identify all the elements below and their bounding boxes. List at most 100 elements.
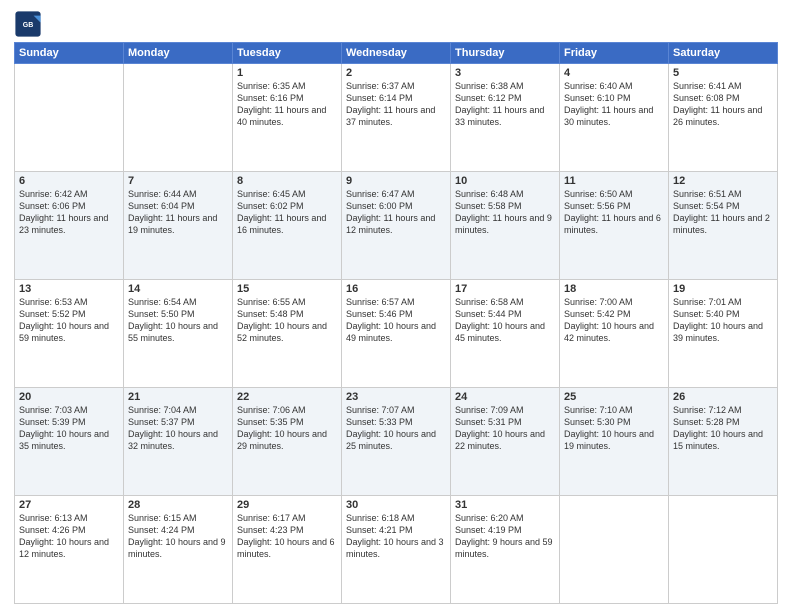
calendar-cell: 1Sunrise: 6:35 AM Sunset: 6:16 PM Daylig… bbox=[233, 64, 342, 172]
calendar-cell: 19Sunrise: 7:01 AM Sunset: 5:40 PM Dayli… bbox=[669, 280, 778, 388]
cell-content: Sunrise: 6:37 AM Sunset: 6:14 PM Dayligh… bbox=[346, 80, 446, 129]
week-row-3: 20Sunrise: 7:03 AM Sunset: 5:39 PM Dayli… bbox=[15, 388, 778, 496]
day-number: 2 bbox=[346, 67, 446, 79]
calendar-cell: 15Sunrise: 6:55 AM Sunset: 5:48 PM Dayli… bbox=[233, 280, 342, 388]
cell-content: Sunrise: 7:03 AM Sunset: 5:39 PM Dayligh… bbox=[19, 404, 119, 453]
day-number: 12 bbox=[673, 175, 773, 187]
cell-content: Sunrise: 6:13 AM Sunset: 4:26 PM Dayligh… bbox=[19, 512, 119, 561]
cell-content: Sunrise: 7:09 AM Sunset: 5:31 PM Dayligh… bbox=[455, 404, 555, 453]
day-number: 24 bbox=[455, 391, 555, 403]
day-header-sunday: Sunday bbox=[15, 43, 124, 64]
day-number: 29 bbox=[237, 499, 337, 511]
calendar-cell bbox=[669, 496, 778, 604]
cell-content: Sunrise: 7:04 AM Sunset: 5:37 PM Dayligh… bbox=[128, 404, 228, 453]
calendar-cell: 30Sunrise: 6:18 AM Sunset: 4:21 PM Dayli… bbox=[342, 496, 451, 604]
calendar-cell: 5Sunrise: 6:41 AM Sunset: 6:08 PM Daylig… bbox=[669, 64, 778, 172]
day-number: 5 bbox=[673, 67, 773, 79]
calendar-table: SundayMondayTuesdayWednesdayThursdayFrid… bbox=[14, 42, 778, 604]
cell-content: Sunrise: 7:06 AM Sunset: 5:35 PM Dayligh… bbox=[237, 404, 337, 453]
day-number: 16 bbox=[346, 283, 446, 295]
logo-icon: GB bbox=[14, 10, 42, 38]
cell-content: Sunrise: 7:01 AM Sunset: 5:40 PM Dayligh… bbox=[673, 296, 773, 345]
cell-content: Sunrise: 6:20 AM Sunset: 4:19 PM Dayligh… bbox=[455, 512, 555, 561]
calendar-cell: 10Sunrise: 6:48 AM Sunset: 5:58 PM Dayli… bbox=[451, 172, 560, 280]
calendar-cell: 7Sunrise: 6:44 AM Sunset: 6:04 PM Daylig… bbox=[124, 172, 233, 280]
svg-text:GB: GB bbox=[23, 22, 34, 29]
cell-content: Sunrise: 6:17 AM Sunset: 4:23 PM Dayligh… bbox=[237, 512, 337, 561]
cell-content: Sunrise: 6:45 AM Sunset: 6:02 PM Dayligh… bbox=[237, 188, 337, 237]
calendar-cell bbox=[15, 64, 124, 172]
day-number: 20 bbox=[19, 391, 119, 403]
day-number: 27 bbox=[19, 499, 119, 511]
week-row-0: 1Sunrise: 6:35 AM Sunset: 6:16 PM Daylig… bbox=[15, 64, 778, 172]
calendar-cell: 11Sunrise: 6:50 AM Sunset: 5:56 PM Dayli… bbox=[560, 172, 669, 280]
day-header-wednesday: Wednesday bbox=[342, 43, 451, 64]
week-row-2: 13Sunrise: 6:53 AM Sunset: 5:52 PM Dayli… bbox=[15, 280, 778, 388]
calendar-cell: 9Sunrise: 6:47 AM Sunset: 6:00 PM Daylig… bbox=[342, 172, 451, 280]
calendar-cell: 21Sunrise: 7:04 AM Sunset: 5:37 PM Dayli… bbox=[124, 388, 233, 496]
calendar-cell: 18Sunrise: 7:00 AM Sunset: 5:42 PM Dayli… bbox=[560, 280, 669, 388]
cell-content: Sunrise: 6:42 AM Sunset: 6:06 PM Dayligh… bbox=[19, 188, 119, 237]
day-header-saturday: Saturday bbox=[669, 43, 778, 64]
cell-content: Sunrise: 6:58 AM Sunset: 5:44 PM Dayligh… bbox=[455, 296, 555, 345]
day-number: 4 bbox=[564, 67, 664, 79]
week-row-1: 6Sunrise: 6:42 AM Sunset: 6:06 PM Daylig… bbox=[15, 172, 778, 280]
cell-content: Sunrise: 6:47 AM Sunset: 6:00 PM Dayligh… bbox=[346, 188, 446, 237]
day-number: 30 bbox=[346, 499, 446, 511]
header: GB bbox=[14, 10, 778, 38]
cell-content: Sunrise: 6:48 AM Sunset: 5:58 PM Dayligh… bbox=[455, 188, 555, 237]
cell-content: Sunrise: 6:38 AM Sunset: 6:12 PM Dayligh… bbox=[455, 80, 555, 129]
day-number: 8 bbox=[237, 175, 337, 187]
calendar-cell: 27Sunrise: 6:13 AM Sunset: 4:26 PM Dayli… bbox=[15, 496, 124, 604]
cell-content: Sunrise: 6:53 AM Sunset: 5:52 PM Dayligh… bbox=[19, 296, 119, 345]
cell-content: Sunrise: 6:51 AM Sunset: 5:54 PM Dayligh… bbox=[673, 188, 773, 237]
cell-content: Sunrise: 6:50 AM Sunset: 5:56 PM Dayligh… bbox=[564, 188, 664, 237]
day-number: 1 bbox=[237, 67, 337, 79]
calendar-cell: 26Sunrise: 7:12 AM Sunset: 5:28 PM Dayli… bbox=[669, 388, 778, 496]
calendar-cell: 14Sunrise: 6:54 AM Sunset: 5:50 PM Dayli… bbox=[124, 280, 233, 388]
calendar-cell: 17Sunrise: 6:58 AM Sunset: 5:44 PM Dayli… bbox=[451, 280, 560, 388]
calendar-cell: 20Sunrise: 7:03 AM Sunset: 5:39 PM Dayli… bbox=[15, 388, 124, 496]
day-number: 15 bbox=[237, 283, 337, 295]
day-number: 22 bbox=[237, 391, 337, 403]
day-number: 14 bbox=[128, 283, 228, 295]
calendar-cell: 22Sunrise: 7:06 AM Sunset: 5:35 PM Dayli… bbox=[233, 388, 342, 496]
calendar-page: GB SundayMondayTuesdayWednesdayThursdayF… bbox=[0, 0, 792, 612]
calendar-cell: 29Sunrise: 6:17 AM Sunset: 4:23 PM Dayli… bbox=[233, 496, 342, 604]
calendar-cell: 8Sunrise: 6:45 AM Sunset: 6:02 PM Daylig… bbox=[233, 172, 342, 280]
day-number: 26 bbox=[673, 391, 773, 403]
calendar-cell bbox=[124, 64, 233, 172]
cell-content: Sunrise: 6:41 AM Sunset: 6:08 PM Dayligh… bbox=[673, 80, 773, 129]
day-header-friday: Friday bbox=[560, 43, 669, 64]
day-number: 31 bbox=[455, 499, 555, 511]
day-number: 11 bbox=[564, 175, 664, 187]
calendar-cell: 28Sunrise: 6:15 AM Sunset: 4:24 PM Dayli… bbox=[124, 496, 233, 604]
cell-content: Sunrise: 7:10 AM Sunset: 5:30 PM Dayligh… bbox=[564, 404, 664, 453]
calendar-cell: 13Sunrise: 6:53 AM Sunset: 5:52 PM Dayli… bbox=[15, 280, 124, 388]
calendar-cell: 2Sunrise: 6:37 AM Sunset: 6:14 PM Daylig… bbox=[342, 64, 451, 172]
day-number: 25 bbox=[564, 391, 664, 403]
week-row-4: 27Sunrise: 6:13 AM Sunset: 4:26 PM Dayli… bbox=[15, 496, 778, 604]
cell-content: Sunrise: 7:12 AM Sunset: 5:28 PM Dayligh… bbox=[673, 404, 773, 453]
day-number: 13 bbox=[19, 283, 119, 295]
day-number: 18 bbox=[564, 283, 664, 295]
cell-content: Sunrise: 6:54 AM Sunset: 5:50 PM Dayligh… bbox=[128, 296, 228, 345]
calendar-cell bbox=[560, 496, 669, 604]
calendar-cell: 6Sunrise: 6:42 AM Sunset: 6:06 PM Daylig… bbox=[15, 172, 124, 280]
logo-area: GB bbox=[14, 10, 46, 38]
day-number: 9 bbox=[346, 175, 446, 187]
day-number: 23 bbox=[346, 391, 446, 403]
day-number: 28 bbox=[128, 499, 228, 511]
calendar-cell: 3Sunrise: 6:38 AM Sunset: 6:12 PM Daylig… bbox=[451, 64, 560, 172]
day-number: 6 bbox=[19, 175, 119, 187]
cell-content: Sunrise: 6:55 AM Sunset: 5:48 PM Dayligh… bbox=[237, 296, 337, 345]
day-header-monday: Monday bbox=[124, 43, 233, 64]
cell-content: Sunrise: 6:40 AM Sunset: 6:10 PM Dayligh… bbox=[564, 80, 664, 129]
cell-content: Sunrise: 7:07 AM Sunset: 5:33 PM Dayligh… bbox=[346, 404, 446, 453]
day-header-tuesday: Tuesday bbox=[233, 43, 342, 64]
day-header-thursday: Thursday bbox=[451, 43, 560, 64]
day-number: 10 bbox=[455, 175, 555, 187]
cell-content: Sunrise: 6:44 AM Sunset: 6:04 PM Dayligh… bbox=[128, 188, 228, 237]
cell-content: Sunrise: 6:57 AM Sunset: 5:46 PM Dayligh… bbox=[346, 296, 446, 345]
calendar-cell: 16Sunrise: 6:57 AM Sunset: 5:46 PM Dayli… bbox=[342, 280, 451, 388]
